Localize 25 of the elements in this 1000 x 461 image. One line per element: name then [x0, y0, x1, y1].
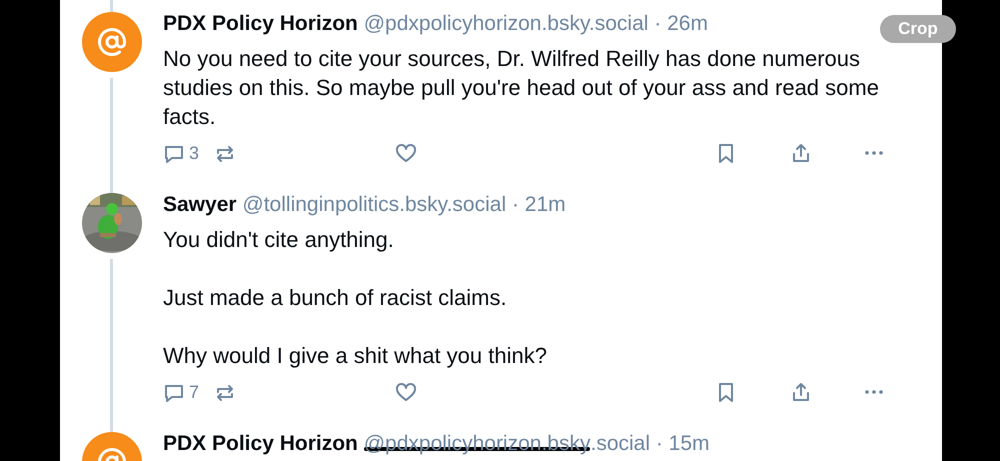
heart-icon	[395, 142, 417, 164]
at-sign-icon	[96, 27, 126, 57]
more-button[interactable]	[865, 390, 883, 394]
reply-button[interactable]: 7	[163, 378, 214, 406]
post-text: Just made a bunch of racist claims.	[163, 284, 508, 312]
heart-icon	[395, 381, 417, 403]
author-name[interactable]: PDX Policy Horizon	[163, 12, 358, 35]
more-button[interactable]	[865, 151, 883, 155]
author-name[interactable]: Sawyer	[163, 193, 237, 216]
share-icon	[790, 142, 812, 164]
share-icon	[790, 381, 812, 403]
post-text: You didn't cite anything.	[163, 226, 395, 254]
more-icon	[865, 151, 883, 155]
like-button[interactable]	[395, 381, 417, 403]
post-text: Why would I give a shit what you think?	[163, 342, 548, 370]
like-button[interactable]	[395, 142, 417, 164]
post-handle: @pdxpolicyhorizon.bsky.social · 26m	[364, 12, 708, 35]
post-text: No you need to cite your sources, Dr. Wilfred Reilly has done numerous studies on this. So maybe pull you're head out of your ass and read some facts.	[163, 45, 880, 131]
share-button[interactable]	[790, 381, 812, 403]
post-handle: .social · 15m	[590, 432, 710, 455]
reply-button[interactable]: 3	[163, 140, 214, 166]
post-handle: @tollinginpolitics.bsky.social · 21m	[242, 193, 566, 216]
share-button[interactable]	[790, 142, 812, 164]
more-icon	[865, 390, 883, 394]
author-name[interactable]: PDX Policy Horizon	[163, 432, 358, 455]
